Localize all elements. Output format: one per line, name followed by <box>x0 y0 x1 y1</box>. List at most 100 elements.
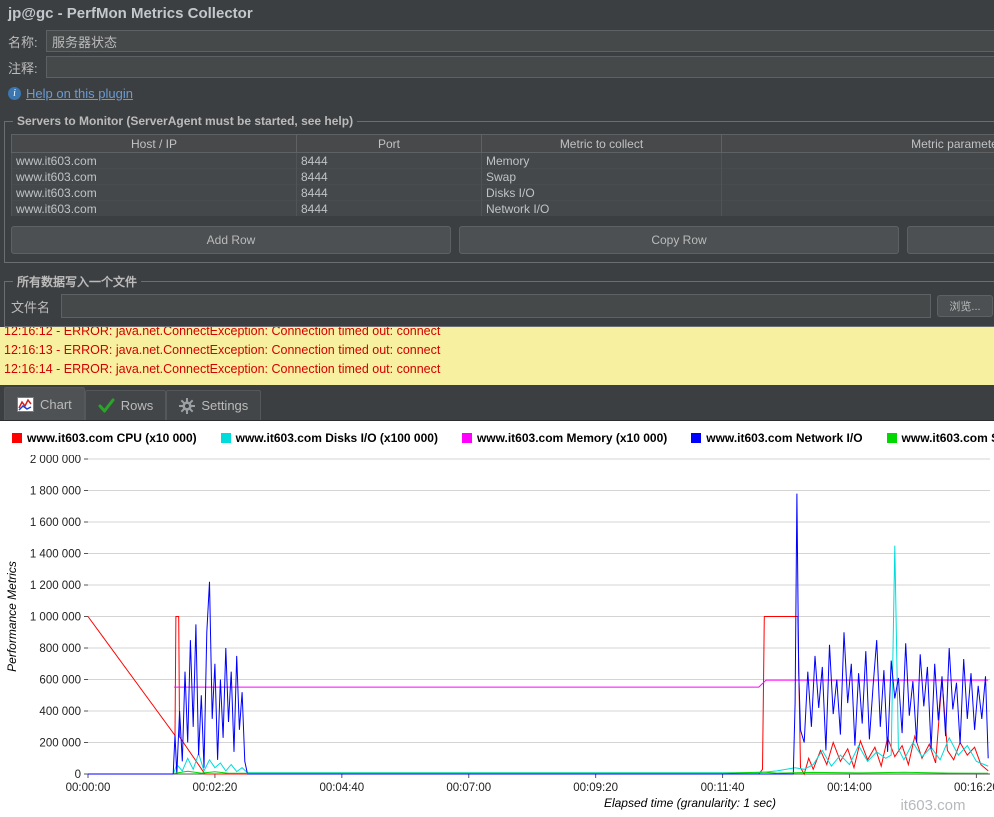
watermark: it603.com <box>900 797 965 814</box>
legend-item: www.it603.com CPU (x10 000) <box>12 431 197 445</box>
table-row[interactable]: www.it603.com 8444 Swap <box>12 169 994 185</box>
y-tick-label: 1 400 000 <box>30 549 81 561</box>
x-tick-label: 00:14:00 <box>827 782 872 794</box>
name-input[interactable] <box>46 30 994 52</box>
legend-item: www.it603.com Memory (x10 000) <box>462 431 667 445</box>
cell-host[interactable]: www.it603.com <box>12 185 297 201</box>
y-tick-label: 1 800 000 <box>30 486 81 498</box>
copy-row-button[interactable]: Copy Row <box>459 226 899 254</box>
tab-chart-label: Chart <box>40 397 72 412</box>
x-tick-label: 00:11:40 <box>701 782 745 794</box>
column-header-metric[interactable]: Metric to collect <box>482 135 722 153</box>
x-tick-label: 00:00:00 <box>66 782 111 794</box>
y-tick-label: 2 000 000 <box>30 455 81 466</box>
file-group-title: 所有数据写入一个文件 <box>13 273 141 290</box>
log-line: 12:16:14 - ERROR: java.net.ConnectExcept… <box>4 360 994 379</box>
cell-metric[interactable]: Disks I/O <box>482 185 722 201</box>
cell-metric[interactable]: Memory <box>482 153 722 169</box>
x-tick-label: 00:16:20 <box>954 782 994 794</box>
chart-icon <box>17 397 34 412</box>
cell-metric-parameter[interactable] <box>722 201 994 217</box>
comment-label: 注释: <box>8 58 46 77</box>
legend-label: www.it603.com Memory (x10 000) <box>477 431 667 445</box>
legend-swatch-disks <box>221 433 231 443</box>
help-row: i Help on this plugin <box>0 80 994 104</box>
name-row: 名称: <box>0 28 994 54</box>
y-tick-label: 1 200 000 <box>30 580 81 592</box>
file-group: 所有数据写入一个文件 文件名 浏览... <box>4 273 994 327</box>
y-tick-label: 200 000 <box>39 738 81 750</box>
delete-row-button[interactable] <box>907 226 994 254</box>
legend-swatch-swap <box>887 433 897 443</box>
chart-legend: www.it603.com CPU (x10 000) www.it603.co… <box>0 421 994 455</box>
legend-label: www.it603.com Disks I/O (x100 000) <box>236 431 438 445</box>
check-icon <box>98 398 115 413</box>
series-line <box>88 494 988 774</box>
legend-item: www.it603.com Swap <box>887 431 994 445</box>
column-header-port[interactable]: Port <box>297 135 482 153</box>
file-row: 文件名 浏览... <box>11 294 994 318</box>
y-axis-title: Performance Metrics <box>5 561 19 672</box>
x-tick-label: 00:07:00 <box>446 782 491 794</box>
tab-settings[interactable]: Settings <box>166 390 261 420</box>
legend-swatch-cpu <box>12 433 22 443</box>
cell-metric-parameter[interactable] <box>722 153 994 169</box>
x-tick-label: 00:04:40 <box>319 782 364 794</box>
y-tick-label: 0 <box>75 769 81 781</box>
legend-label: www.it603.com Network I/O <box>706 431 862 445</box>
column-header-metric-parameter[interactable]: Metric parameter <box>722 135 994 153</box>
tab-rows-label: Rows <box>121 398 154 413</box>
comment-input[interactable] <box>46 56 994 78</box>
legend-item: www.it603.com Disks I/O (x100 000) <box>221 431 438 445</box>
legend-swatch-memory <box>462 433 472 443</box>
table-header-row: Host / IP Port Metric to collect Metric … <box>12 135 994 153</box>
table-row[interactable]: www.it603.com 8444 Disks I/O <box>12 185 994 201</box>
performance-chart: 0200 000400 000600 000800 0001 000 0001 … <box>0 455 994 817</box>
cell-port[interactable]: 8444 <box>297 201 482 217</box>
cell-metric[interactable]: Network I/O <box>482 201 722 217</box>
table-buttons: Add Row Copy Row <box>11 226 994 254</box>
y-tick-label: 600 000 <box>39 675 81 687</box>
tab-bar: Chart Rows <box>0 385 994 421</box>
config-panel: jp@gc - PerfMon Metrics Collector 名称: 注释… <box>0 0 994 327</box>
cell-host[interactable]: www.it603.com <box>12 169 297 185</box>
series-line <box>88 546 988 774</box>
servers-table: Host / IP Port Metric to collect Metric … <box>11 134 994 216</box>
help-link[interactable]: Help on this plugin <box>26 86 133 101</box>
cell-port[interactable]: 8444 <box>297 169 482 185</box>
cell-host[interactable]: www.it603.com <box>12 201 297 217</box>
page-title: jp@gc - PerfMon Metrics Collector <box>0 0 994 28</box>
error-log[interactable]: 12:16:12 - ERROR: java.net.ConnectExcept… <box>0 327 994 385</box>
cell-port[interactable]: 8444 <box>297 153 482 169</box>
browse-button[interactable]: 浏览... <box>937 295 993 317</box>
error-log-content: 12:16:12 - ERROR: java.net.ConnectExcept… <box>4 327 994 379</box>
tab-settings-label: Settings <box>201 398 248 413</box>
filename-label: 文件名 <box>11 297 55 316</box>
tab-chart[interactable]: Chart <box>4 387 85 420</box>
add-row-button[interactable]: Add Row <box>11 226 451 254</box>
cell-port[interactable]: 8444 <box>297 185 482 201</box>
gear-icon <box>179 398 195 414</box>
info-icon: i <box>8 87 21 100</box>
legend-item: www.it603.com Network I/O <box>691 431 862 445</box>
servers-group: Servers to Monitor (ServerAgent must be … <box>4 114 994 263</box>
cell-host[interactable]: www.it603.com <box>12 153 297 169</box>
legend-label: www.it603.com Swap <box>902 431 994 445</box>
legend-swatch-network <box>691 433 701 443</box>
column-header-host[interactable]: Host / IP <box>12 135 297 153</box>
log-line: 12:16:13 - ERROR: java.net.ConnectExcept… <box>4 341 994 360</box>
table-row[interactable]: www.it603.com 8444 Memory <box>12 153 994 169</box>
cell-metric-parameter[interactable] <box>722 169 994 185</box>
filename-input[interactable] <box>61 294 931 318</box>
y-tick-label: 1 600 000 <box>30 517 81 529</box>
name-label: 名称: <box>8 32 46 51</box>
tab-rows[interactable]: Rows <box>85 390 167 420</box>
cell-metric-parameter[interactable] <box>722 185 994 201</box>
y-tick-label: 1 000 000 <box>30 612 81 624</box>
table-row[interactable]: www.it603.com 8444 Network I/O <box>12 201 994 217</box>
cell-metric[interactable]: Swap <box>482 169 722 185</box>
log-line: 12:16:12 - ERROR: java.net.ConnectExcept… <box>4 327 994 341</box>
x-tick-label: 00:02:20 <box>193 782 238 794</box>
x-tick-label: 00:09:20 <box>573 782 618 794</box>
y-tick-label: 800 000 <box>39 643 81 655</box>
